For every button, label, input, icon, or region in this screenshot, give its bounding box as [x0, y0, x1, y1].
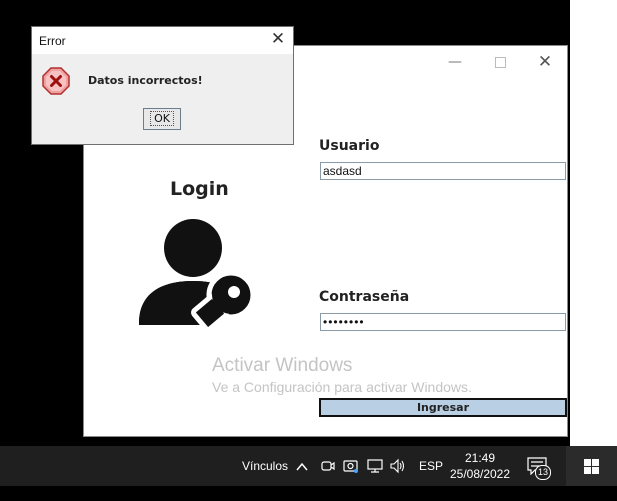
ok-button[interactable]: OK	[143, 108, 181, 130]
dialog-titlebar: Error ✕	[32, 27, 293, 54]
user-input[interactable]: asdasd	[320, 162, 566, 180]
ok-label: OK	[150, 111, 174, 126]
dialog-message: Datos incorrectos!	[88, 74, 203, 87]
dialog-title: Error	[39, 34, 66, 48]
clock[interactable]: 21:49 25/08/2022	[448, 450, 512, 482]
activation-subtitle: Ve a Configuración para activar Windows.	[212, 379, 472, 395]
taskbar: Vínculos ESP 21:49 25/08/2022 13	[0, 446, 617, 486]
notification-badge: 13	[535, 465, 551, 480]
windows-start-icon[interactable]	[584, 459, 599, 474]
close-button[interactable]: ✕	[530, 52, 560, 72]
clock-time: 21:49	[464, 451, 496, 465]
login-title: Login	[170, 178, 229, 200]
password-input[interactable]: ••••••••	[320, 313, 566, 331]
meet-now-icon[interactable]	[320, 458, 336, 474]
dialog-close-button[interactable]: ✕	[268, 29, 288, 49]
maximize-icon	[494, 56, 506, 68]
minimize-button[interactable]: —	[440, 52, 470, 72]
chevron-up-icon	[296, 462, 308, 471]
show-hidden-icons-chevron[interactable]	[296, 446, 308, 486]
input-language[interactable]: ESP	[419, 446, 443, 486]
links-toolbar[interactable]: Vínculos	[242, 446, 288, 486]
volume-icon[interactable]	[390, 458, 406, 474]
user-key-icon	[139, 219, 256, 332]
error-dialog: Error ✕ Datos incorrectos! OK	[31, 26, 294, 145]
error-x-icon	[42, 67, 70, 95]
password-label: Contraseña	[319, 289, 410, 305]
network-icon[interactable]	[367, 458, 383, 474]
user-label: Usuario	[319, 138, 380, 154]
activation-title: Activar Windows	[212, 355, 353, 376]
maximize-button[interactable]	[485, 52, 515, 72]
camera-icon[interactable]	[343, 458, 359, 474]
submit-button[interactable]: Ingresar	[319, 398, 567, 417]
activation-watermark: Activar Windows Ve a Configuración para …	[212, 355, 472, 395]
desktop-edge	[570, 0, 617, 446]
clock-date: 25/08/2022	[449, 467, 511, 481]
